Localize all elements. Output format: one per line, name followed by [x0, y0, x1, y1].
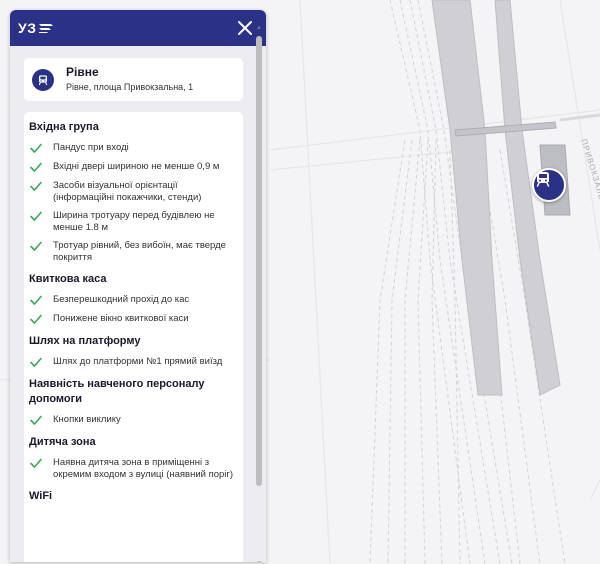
close-icon	[238, 21, 252, 35]
feature-item: Шлях до платформи №1 прямий виїзд	[29, 355, 237, 369]
check-icon	[30, 458, 42, 468]
scroll-thumb[interactable]	[256, 36, 262, 486]
train-icon	[38, 74, 48, 85]
check-icon	[30, 211, 42, 221]
station-address: Рівне, площа Привокзальна, 1	[66, 82, 194, 92]
section-title: Вхідна група	[29, 121, 99, 133]
scroll-up-arrow-icon[interactable]: ▲	[255, 24, 263, 32]
feature-item: Безперешкодний прохід до кас	[29, 293, 237, 307]
station-name: Рівне	[66, 65, 99, 79]
check-icon	[30, 295, 42, 305]
feature-item: Тротуар рівний, без вибоїн, має тверде п…	[29, 239, 237, 264]
station-icon-badge	[32, 68, 54, 91]
section-title: Квиткова каса	[29, 273, 107, 285]
section-title: Дитяча зона	[29, 436, 96, 448]
check-icon	[30, 241, 42, 251]
panel-header: УЗ	[10, 10, 266, 46]
check-icon	[30, 162, 42, 172]
section: Вхідна група Пандус при вході Вхідні двері…	[29, 120, 237, 264]
check-icon	[30, 181, 42, 191]
section: Квиткова каса Безперешкодний прохід до ка…	[29, 272, 237, 326]
station-info-card: Рівне Рівне, площа Привокзальна, 1	[24, 58, 243, 101]
feature-item: Ширина тротуару перед будівлею не менше …	[29, 209, 237, 234]
check-icon	[30, 357, 42, 367]
scroll-down-arrow-icon[interactable]: ▼	[255, 560, 263, 562]
feature-item: Вхідні двері шириною не менше 0,9 м	[29, 160, 237, 174]
sections-container: Вхідна група Пандус при вході Вхідні двері…	[29, 120, 237, 504]
check-icon	[30, 415, 42, 425]
feature-item: Засоби візуальної орієнтації (інформацій…	[29, 179, 237, 204]
feature-item: Пандус при вході	[29, 141, 237, 155]
feature-text: Безперешкодний прохід до кас	[53, 294, 190, 305]
section-title: Наявність навченого персоналу допомоги	[29, 378, 205, 405]
station-marker[interactable]	[532, 168, 566, 202]
feature-text: Засоби візуальної орієнтації (інформацій…	[53, 180, 202, 203]
feature-text: Ширина тротуару перед будівлею не менше …	[53, 210, 215, 233]
scrollbar[interactable]: ▲ ▼	[255, 24, 263, 562]
feature-text: Тротуар рівний, без вибоїн, має тверде п…	[53, 240, 226, 263]
check-icon	[30, 143, 42, 153]
section-title: Шлях на платформу	[29, 335, 141, 347]
feature-text: Пандус при вході	[53, 142, 129, 153]
uz-logo: УЗ	[18, 20, 54, 36]
train-icon	[536, 172, 550, 187]
section: Наявність навченого персоналу допомоги Кн…	[29, 377, 237, 427]
logo-stripes-icon	[39, 24, 54, 33]
section-title: WiFi	[29, 490, 53, 502]
station-panel: УЗ Рівне Рівне, площа Привокзальна, 1 Вх…	[10, 10, 266, 562]
logo-text: УЗ	[18, 20, 37, 36]
feature-item: Кнопки виклику	[29, 413, 237, 427]
feature-text: Понижене вікно квиткової каси	[53, 313, 189, 324]
feature-text: Кнопки виклику	[53, 414, 121, 425]
accessibility-list[interactable]: Вхідна група Пандус при вході Вхідні двері…	[24, 112, 243, 562]
close-button[interactable]	[234, 17, 256, 39]
feature-item: Понижене вікно квиткової каси	[29, 312, 237, 326]
section: Шлях на платформу Шлях до платформи №1 пр…	[29, 334, 237, 369]
check-icon	[30, 314, 42, 324]
feature-text: Шлях до платформи №1 прямий виїзд	[53, 356, 223, 367]
feature-item: Наявна дитяча зона в приміщенні з окреми…	[29, 456, 237, 481]
feature-text: Вхідні двері шириною не менше 0,9 м	[53, 161, 220, 172]
section: Дитяча зона Наявна дитяча зона в приміщен…	[29, 435, 237, 481]
section: WiFi	[29, 489, 237, 504]
feature-text: Наявна дитяча зона в приміщенні з окреми…	[53, 457, 234, 480]
